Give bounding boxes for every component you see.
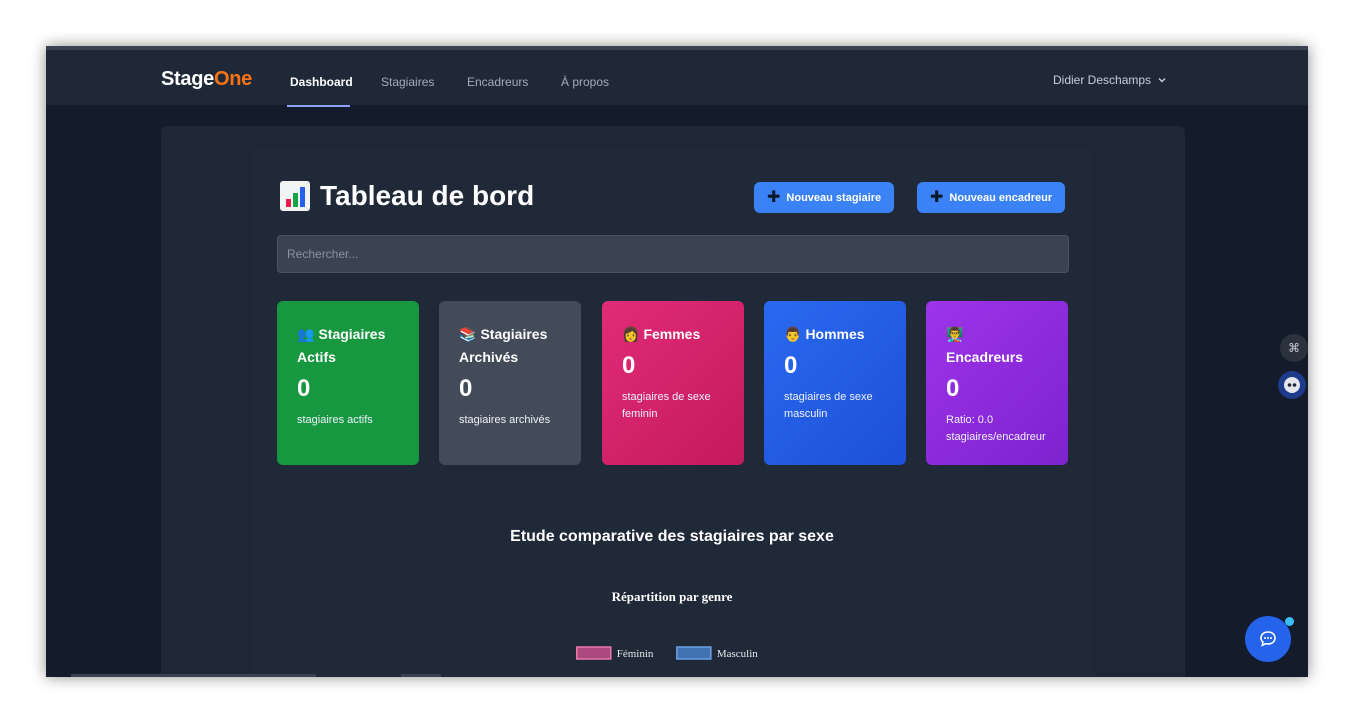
active-nav-indicator bbox=[287, 105, 350, 107]
new-supervisor-button[interactable]: ✚ Nouveau encadreur bbox=[917, 182, 1066, 213]
chat-button[interactable] bbox=[1245, 616, 1291, 662]
card-description: stagiaires de sexe feminin bbox=[622, 391, 711, 420]
card-supervisors[interactable]: 👨‍🏫 Encadreurs 0 Ratio: 0.0 stagiaires/en… bbox=[926, 301, 1068, 465]
card-title: 👨‍🏫 Encadreurs bbox=[946, 326, 1024, 365]
plus-icon: ✚ bbox=[767, 188, 781, 206]
nav-link-encadreurs[interactable]: Encadreurs bbox=[467, 75, 528, 89]
chart-section-heading: Etude comparative des stagiaires par sex… bbox=[510, 528, 834, 545]
card-men[interactable]: 👨 Hommes 0 stagiaires de sexe masculin bbox=[764, 301, 906, 465]
card-title: 👩 Femmes bbox=[622, 326, 701, 342]
card-archived-interns[interactable]: 📚 Stagiaires Archivés 0 stagiaires archiv… bbox=[439, 301, 581, 465]
card-description: stagiaires de sexe masculin bbox=[784, 391, 873, 420]
page-title-text: Tableau de bord bbox=[320, 180, 535, 211]
chart-legend: Féminin Masculin bbox=[576, 646, 758, 660]
user-name: Didier Deschamps bbox=[1053, 73, 1152, 87]
apps-grid-icon[interactable]: ⌘ bbox=[1280, 334, 1308, 362]
legend-label-masculin: Masculin bbox=[717, 648, 758, 660]
card-value: 0 bbox=[459, 375, 473, 402]
nav-link-dashboard[interactable]: Dashboard bbox=[290, 75, 353, 89]
man-icon: 👨 bbox=[784, 326, 802, 342]
card-description: stagiaires actifs bbox=[297, 414, 373, 426]
new-intern-button[interactable]: ✚ Nouveau stagiaire bbox=[754, 182, 895, 213]
legend-swatch-féminin[interactable] bbox=[576, 646, 612, 660]
card-value: 0 bbox=[946, 375, 960, 402]
legend-swatch-masculin[interactable] bbox=[676, 646, 712, 660]
scrollbar-segment bbox=[401, 674, 441, 677]
app-window: StageOne Dashboard Stagiaires Encadreurs… bbox=[46, 46, 1308, 677]
card-women[interactable]: 👩 Femmes 0 stagiaires de sexe feminin bbox=[602, 301, 744, 465]
card-value: 0 bbox=[784, 352, 798, 379]
horizontal-scrollbar[interactable] bbox=[71, 674, 316, 677]
card-value: 0 bbox=[622, 352, 636, 379]
assistant-bot-icon[interactable] bbox=[1278, 371, 1306, 399]
card-active-interns[interactable]: 👥 Stagiaires Actifs 0 stagiaires actifs bbox=[277, 301, 419, 465]
page-title: Tableau de bord bbox=[280, 180, 534, 212]
card-title: 👨 Hommes bbox=[784, 326, 865, 342]
teacher-icon: 👨‍🏫 bbox=[946, 326, 964, 342]
brand-logo[interactable]: StageOne bbox=[161, 68, 252, 91]
top-navbar: StageOne Dashboard Stagiaires Encadreurs… bbox=[46, 46, 1308, 107]
people-icon: 👥 bbox=[297, 326, 315, 342]
woman-icon: 👩 bbox=[622, 326, 640, 342]
chevron-down-icon bbox=[1158, 78, 1166, 83]
user-menu[interactable]: Didier Deschamps bbox=[1053, 73, 1167, 87]
nav-link-stagiaires[interactable]: Stagiaires bbox=[381, 75, 434, 89]
books-icon: 📚 bbox=[459, 326, 477, 342]
plus-icon: ✚ bbox=[930, 188, 944, 206]
search-input[interactable] bbox=[277, 235, 1069, 273]
card-title: 👥 Stagiaires Actifs bbox=[297, 326, 386, 365]
nav-link-a-propos[interactable]: À propos bbox=[561, 75, 609, 89]
bar-chart-icon bbox=[280, 181, 310, 211]
chart-title: Répartition par genre bbox=[612, 589, 733, 604]
card-description: Ratio: 0.0 stagiaires/encadreur bbox=[946, 414, 1046, 443]
card-description: stagiaires archivés bbox=[459, 414, 551, 426]
chat-bubble-icon bbox=[1260, 631, 1276, 647]
notification-dot bbox=[1285, 617, 1294, 626]
gender-chart: Répartition par genre Féminin Masculin bbox=[576, 589, 758, 660]
card-title: 📚 Stagiaires Archivés bbox=[459, 326, 548, 365]
card-value: 0 bbox=[297, 375, 311, 402]
legend-label-féminin: Féminin bbox=[617, 648, 654, 660]
